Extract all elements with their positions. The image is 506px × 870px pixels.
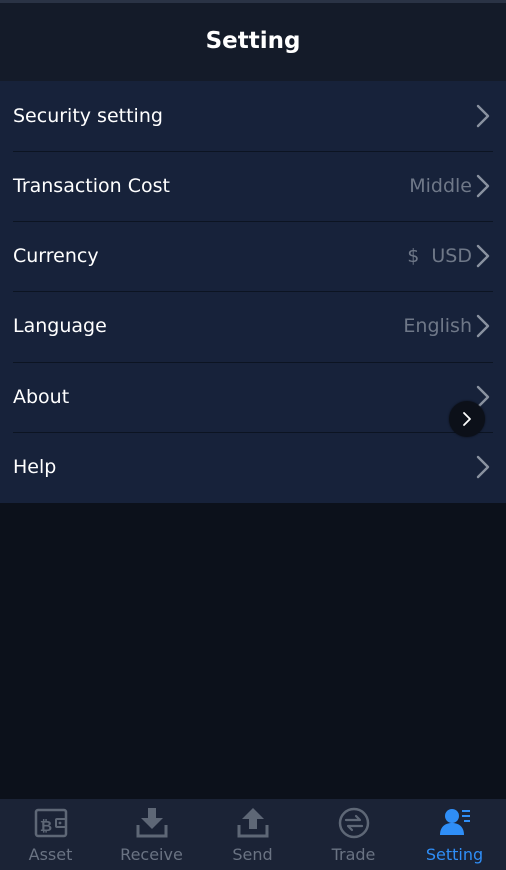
tab-trade[interactable]: Trade xyxy=(303,799,404,870)
chevron-right-icon xyxy=(476,314,490,338)
bottom-tab-bar: ₿ Asset Receive Send Trade Setting xyxy=(0,799,506,870)
floating-next-button[interactable] xyxy=(449,401,485,437)
settings-item-value: English xyxy=(403,315,472,337)
tab-label: Send xyxy=(232,845,273,864)
tab-send[interactable]: Send xyxy=(202,799,303,870)
settings-item-label: Help xyxy=(13,456,57,478)
chevron-right-icon xyxy=(476,455,490,479)
settings-item-value: $ USD xyxy=(407,245,472,267)
settings-item-label: Language xyxy=(13,315,107,337)
settings-item-transaction-cost[interactable]: Transaction Cost Middle xyxy=(0,151,506,221)
tab-asset[interactable]: ₿ Asset xyxy=(0,799,101,870)
tab-label: Receive xyxy=(120,845,183,864)
chevron-right-icon xyxy=(476,244,490,268)
exchange-arrows-icon xyxy=(338,807,369,839)
tab-label: Asset xyxy=(28,845,73,864)
settings-item-security[interactable]: Security setting xyxy=(0,81,506,151)
settings-item-label: About xyxy=(13,386,70,408)
tab-setting[interactable]: Setting xyxy=(404,799,505,870)
settings-item-help[interactable]: Help xyxy=(0,432,506,502)
upload-tray-icon xyxy=(237,808,268,838)
svg-text:₿: ₿ xyxy=(39,817,51,835)
chevron-right-icon xyxy=(476,104,490,128)
download-tray-icon xyxy=(136,808,167,838)
settings-item-language[interactable]: Language English xyxy=(0,291,506,361)
chevron-right-icon xyxy=(463,412,471,426)
page-header: Setting xyxy=(0,3,506,81)
settings-list: Security setting Transaction Cost Middle… xyxy=(0,81,506,503)
wallet-bitcoin-icon: ₿ xyxy=(34,808,67,838)
settings-item-label: Transaction Cost xyxy=(13,175,170,197)
settings-item-value: Middle xyxy=(409,175,472,197)
settings-item-label: Security setting xyxy=(13,105,163,127)
tab-label: Trade xyxy=(331,845,376,864)
settings-item-label: Currency xyxy=(13,245,99,267)
chevron-right-icon xyxy=(476,174,490,198)
settings-item-currency[interactable]: Currency $ USD xyxy=(0,221,506,291)
tab-label: Setting xyxy=(425,845,484,864)
page-title: Setting xyxy=(205,28,301,54)
user-list-icon xyxy=(439,809,470,835)
settings-item-about[interactable]: About xyxy=(0,362,506,432)
tab-receive[interactable]: Receive xyxy=(101,799,202,870)
